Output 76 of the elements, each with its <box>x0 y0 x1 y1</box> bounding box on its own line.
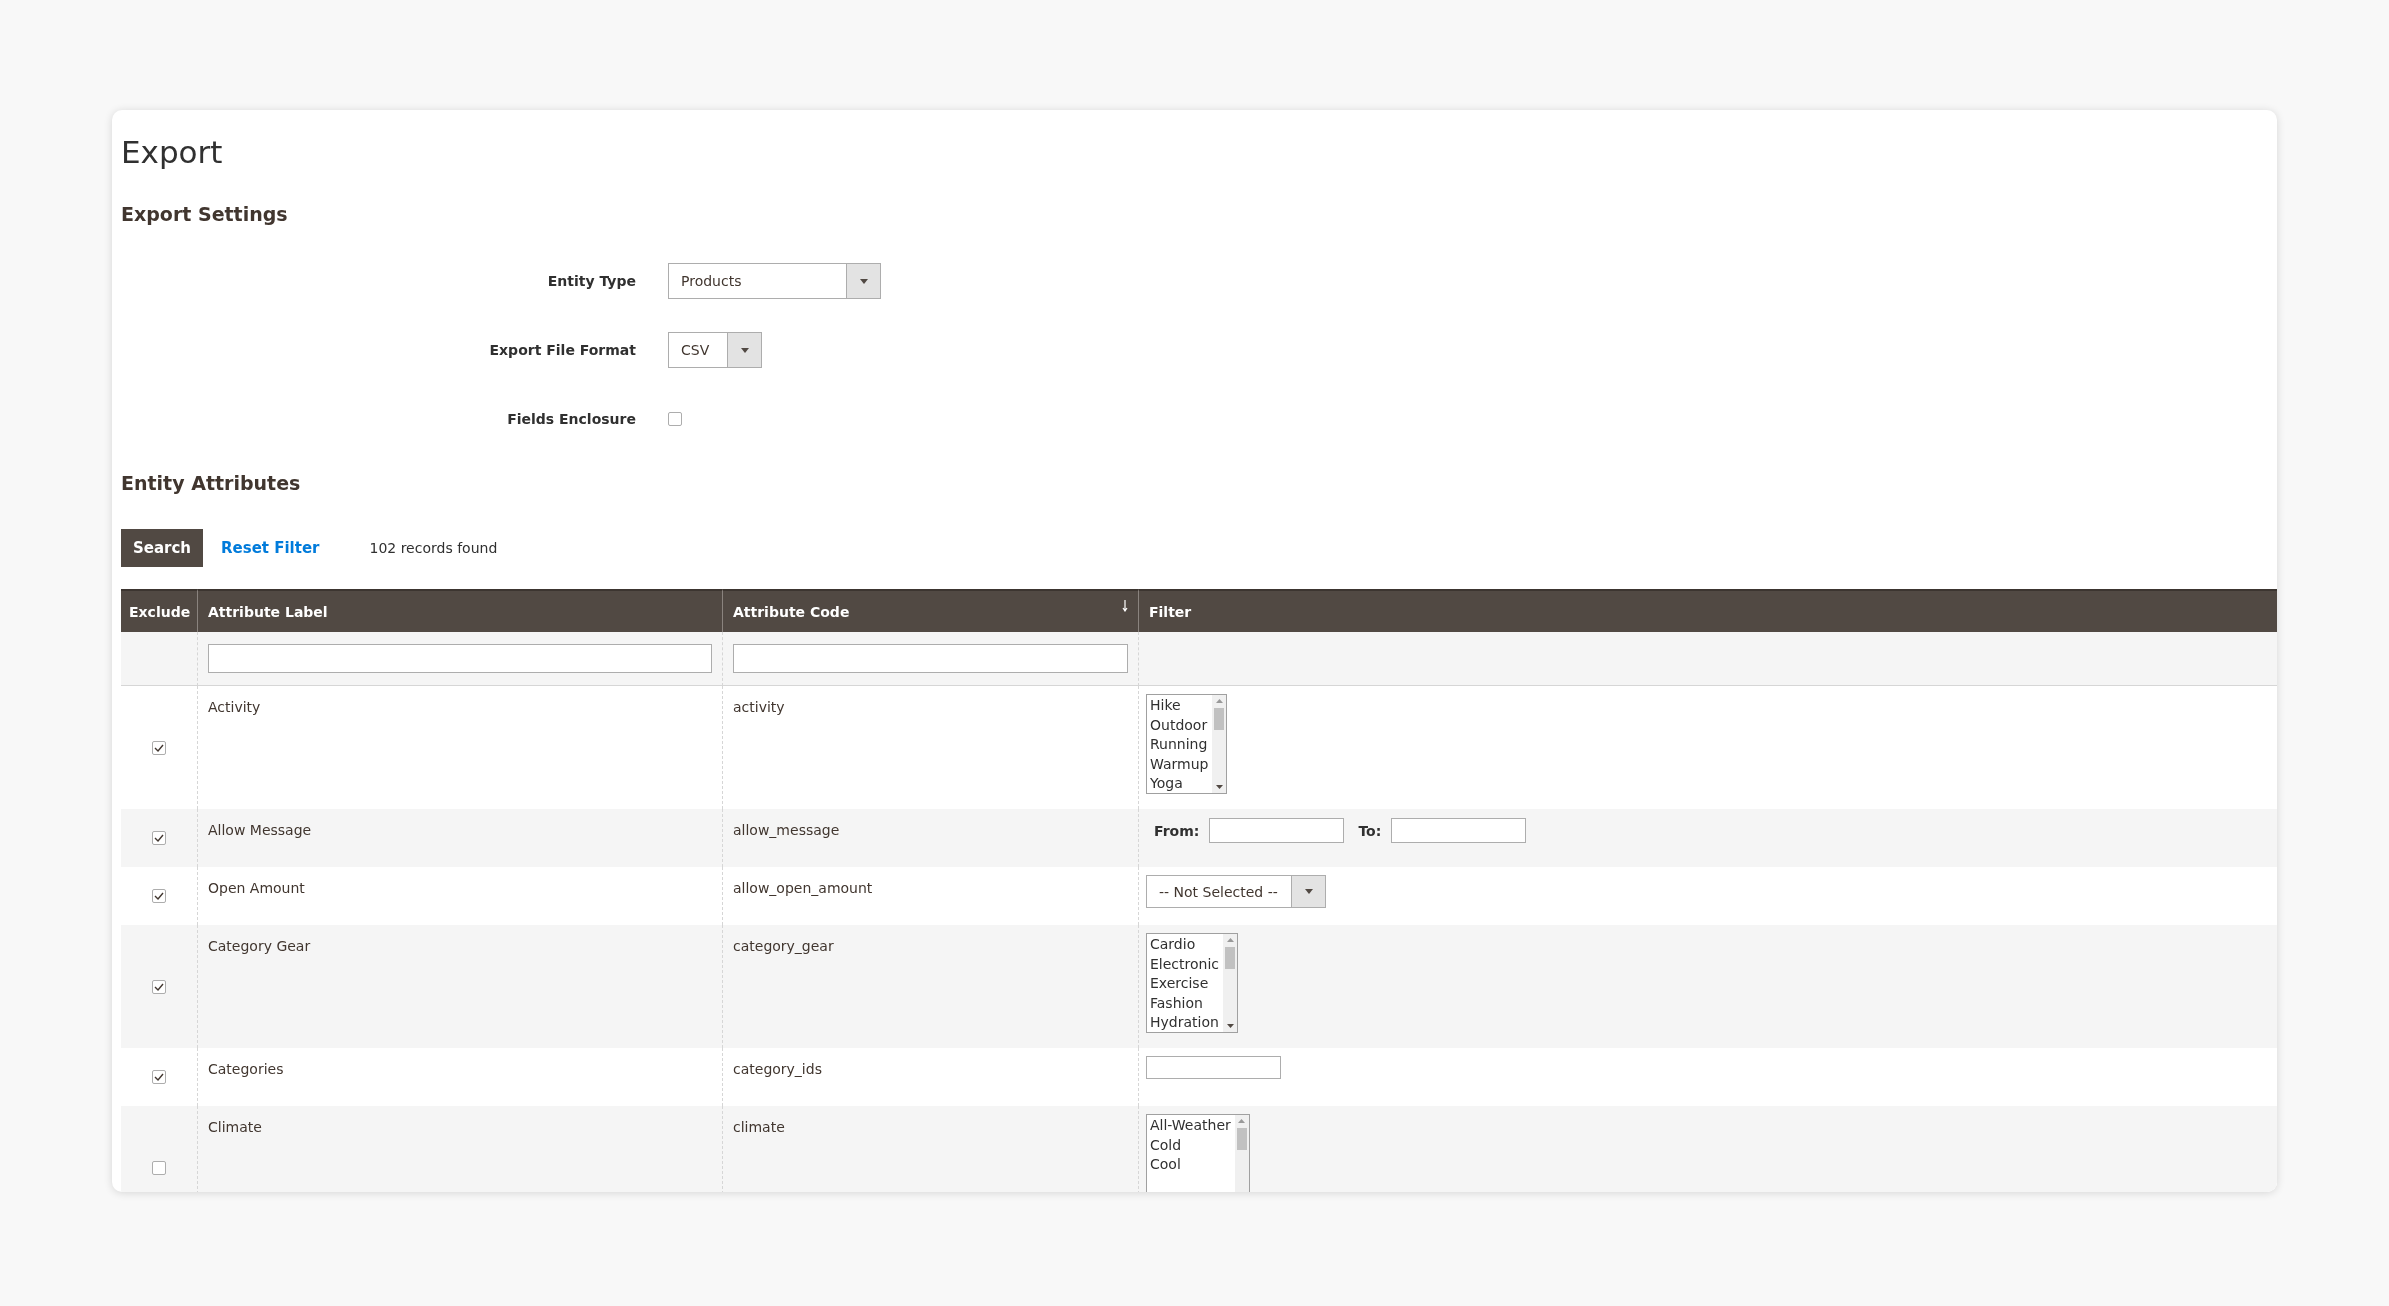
checkbox[interactable] <box>668 412 682 426</box>
select-field[interactable]: Products <box>668 263 881 299</box>
table-cell: Category Gear <box>197 925 722 1048</box>
list-option[interactable]: Warmup <box>1150 754 1213 774</box>
checkbox[interactable] <box>152 740 166 755</box>
checkmark-icon <box>154 834 164 842</box>
scrollbar-thumb[interactable] <box>1214 708 1225 730</box>
select-field[interactable]: CSV <box>668 332 762 368</box>
list-option[interactable]: Cool <box>1150 1155 1235 1175</box>
list-option[interactable]: Hydration <box>1150 1013 1223 1033</box>
range-to-input[interactable] <box>1391 818 1527 843</box>
field-label: Fields Enclosure <box>506 411 636 427</box>
scrollbar[interactable] <box>1212 695 1227 793</box>
scroll-down-icon <box>1226 1024 1234 1028</box>
checkbox[interactable] <box>152 1070 166 1084</box>
scrollbar[interactable] <box>1234 1115 1249 1192</box>
sort-arrow-icon <box>1122 599 1128 612</box>
checkbox[interactable] <box>152 831 166 845</box>
list-option[interactable]: Electronic <box>1150 954 1223 974</box>
caret-icon <box>1304 889 1313 894</box>
reset-filter-link[interactable]: Reset Filter <box>221 539 320 557</box>
filter-input[interactable] <box>733 644 1128 673</box>
checkmark-icon <box>154 892 164 900</box>
section-heading: Export Settings <box>121 202 289 227</box>
list-box[interactable]: Hike Outdoor Running Warmup Yoga <box>1146 694 1228 794</box>
list-option[interactable]: Yoga <box>1150 774 1213 794</box>
filter-input[interactable] <box>1146 1056 1281 1079</box>
range-from-input[interactable] <box>1209 818 1345 843</box>
list-option[interactable]: Running <box>1150 735 1213 755</box>
table-cell: climate <box>722 1106 1138 1192</box>
list-option[interactable]: Fashion <box>1150 993 1223 1013</box>
records-count: 102 records found <box>369 540 498 556</box>
list-option[interactable]: Outdoor <box>1150 715 1213 735</box>
list-option[interactable]: Hike <box>1150 696 1213 716</box>
column-header[interactable]: Filter <box>1138 589 2277 632</box>
column-header[interactable]: Attribute Label <box>197 589 722 632</box>
page-title: Export <box>121 133 224 172</box>
checkmark-icon <box>154 743 164 752</box>
scrollbar[interactable] <box>1223 934 1237 1032</box>
scroll-up-icon <box>1226 938 1234 942</box>
column-title[interactable]: Attribute Label <box>208 603 328 620</box>
list-box[interactable]: All-Weather Cold Cool <box>1146 1114 1250 1192</box>
table-cell: allow_message <box>722 809 1138 867</box>
column-title[interactable]: Filter <box>1149 603 1192 620</box>
checkbox[interactable] <box>152 979 166 994</box>
list-option[interactable]: Cold <box>1150 1135 1235 1155</box>
field-label: Export File Format <box>488 342 636 358</box>
column-title[interactable]: Attribute Code <box>733 603 850 620</box>
section-heading: Entity Attributes <box>121 471 302 496</box>
scroll-up-icon <box>1215 699 1223 703</box>
checkmark-icon <box>154 982 164 991</box>
column-header[interactable]: Exclude <box>121 589 197 632</box>
table-cell: Climate <box>197 1106 722 1192</box>
table-cell: category_gear <box>722 925 1138 1048</box>
filter-input[interactable] <box>208 644 712 673</box>
search-button[interactable]: Search <box>121 529 203 567</box>
list-box[interactable]: Cardio Electronic Exercise Fashion Hydration <box>1146 933 1238 1033</box>
scroll-up-icon <box>1238 1119 1246 1123</box>
list-option[interactable]: All-Weather <box>1150 1116 1235 1136</box>
select-field[interactable]: -- Not Selected -- <box>1146 875 1326 908</box>
scroll-down-icon <box>1215 785 1223 789</box>
table-cell: Allow Message <box>197 809 722 867</box>
range-label: From: <box>1154 821 1200 840</box>
list-option[interactable]: Cardio <box>1150 935 1223 955</box>
scrollbar-thumb[interactable] <box>1236 1128 1247 1150</box>
field-label: Entity Type <box>546 273 636 289</box>
caret-icon <box>859 278 868 284</box>
checkmark-icon <box>154 1073 164 1081</box>
caret-icon <box>740 347 749 353</box>
column-title[interactable]: Exclude <box>129 603 191 620</box>
column-header[interactable]: Attribute Code <box>722 589 1138 632</box>
checkbox[interactable] <box>152 889 166 903</box>
list-option[interactable]: Exercise <box>1150 974 1223 994</box>
checkbox[interactable] <box>152 1160 166 1175</box>
scrollbar-thumb[interactable] <box>1225 947 1235 969</box>
range-label: To: <box>1358 821 1382 840</box>
